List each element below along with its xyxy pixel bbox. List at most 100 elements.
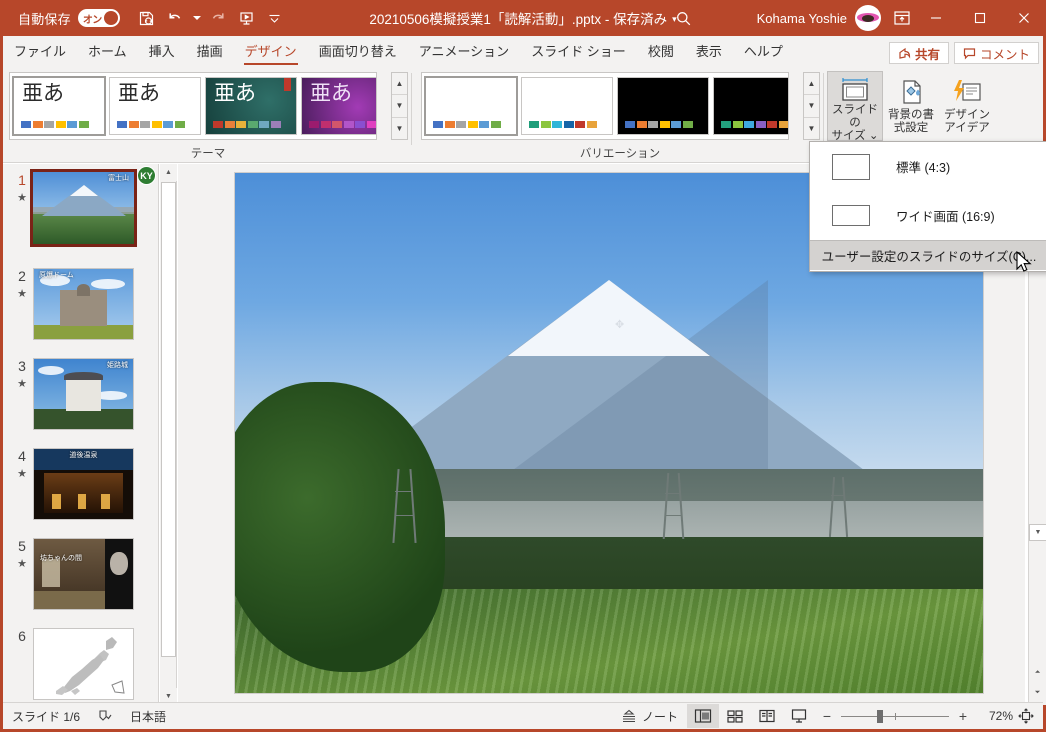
themes-scroll-up-icon[interactable]: ▲	[392, 73, 407, 95]
standard-ratio-thumb-icon	[832, 154, 870, 180]
tab-help[interactable]: ヘルプ	[733, 38, 794, 67]
theme-office[interactable]: 亜あ	[13, 77, 105, 135]
variant-swatches	[721, 121, 789, 128]
start-slideshow-icon[interactable]	[234, 5, 260, 31]
variants-more-icon[interactable]: ▼	[804, 118, 819, 139]
close-button[interactable]	[1002, 0, 1046, 36]
tab-view[interactable]: 表示	[685, 38, 733, 67]
notes-button[interactable]: ノート	[612, 703, 687, 730]
next-slide-icon[interactable]: ⏷	[1029, 684, 1046, 701]
presence-badge-ky[interactable]: KY	[137, 166, 156, 185]
redo-icon[interactable]	[206, 5, 232, 31]
thumbnail-image[interactable]	[33, 628, 134, 700]
variant-3[interactable]	[617, 77, 709, 135]
slide-thumbnail-pane[interactable]: 1 ★ 富士山 KY 2 ★	[3, 164, 159, 705]
variant-swatches	[625, 121, 693, 128]
view-slide-sorter[interactable]	[719, 704, 751, 728]
view-normal[interactable]	[687, 704, 719, 728]
themes-more-icon[interactable]: ▼	[392, 118, 407, 139]
reading-view-icon	[758, 708, 776, 724]
variants-scroll-up-icon[interactable]: ▲	[804, 73, 819, 95]
avatar[interactable]	[855, 5, 881, 31]
variant-1[interactable]	[425, 77, 517, 135]
zoom-slider-handle[interactable]	[877, 710, 883, 723]
slide-number-area: 6	[11, 628, 33, 646]
theme-purple[interactable]: 亜あ	[301, 77, 377, 135]
design-ideas-label-1: デザイン	[944, 109, 990, 122]
zoom-in-button[interactable]: +	[957, 708, 969, 724]
tab-home[interactable]: ホーム	[77, 38, 138, 67]
tab-file[interactable]: ファイル	[3, 38, 77, 67]
thumbnail-image[interactable]: 坊ちゃんの間	[33, 538, 134, 610]
thumb-scroll-thumb[interactable]	[161, 182, 176, 657]
language-label: 日本語	[130, 708, 166, 725]
customize-qat-icon[interactable]	[262, 5, 288, 31]
tab-animations[interactable]: アニメーション	[408, 38, 520, 67]
slide-number: 6	[18, 628, 26, 644]
language-indicator[interactable]: 日本語	[121, 703, 175, 730]
slide-size-button[interactable]: スライドの サイズ ⌄	[827, 71, 883, 141]
thumbnail-image[interactable]: 富士山	[30, 169, 137, 247]
search-icon[interactable]	[670, 6, 696, 30]
thumbnail-slide-3[interactable]: 3 ★ 姫路城	[3, 350, 158, 440]
thumbnail-slide-6[interactable]: 6	[3, 620, 158, 705]
maximize-button[interactable]	[958, 0, 1002, 36]
variants-scroll-down-icon[interactable]: ▼	[804, 95, 819, 117]
tab-draw[interactable]: 描画	[186, 38, 234, 67]
thumbnail-slide-4[interactable]: 4 ★ 道後温泉	[3, 440, 158, 530]
minimize-button[interactable]	[914, 0, 958, 36]
tab-design[interactable]: デザイン	[234, 38, 308, 67]
themes-scroll-down-icon[interactable]: ▼	[392, 95, 407, 117]
accessibility-check-icon[interactable]	[89, 703, 121, 730]
zoom-level-label[interactable]: 72%	[975, 709, 1013, 723]
theme-teal[interactable]: 亜あ	[205, 77, 297, 135]
comments-button[interactable]: コメント	[954, 42, 1039, 64]
theme-office-2[interactable]: 亜あ	[109, 77, 201, 135]
thumbnail-slide-2[interactable]: 2 ★ 原爆ドーム	[3, 260, 158, 350]
variants-gallery-scrollbar[interactable]: ▲ ▼ ▼	[803, 72, 820, 140]
menu-widescreen-16-9[interactable]: ワイド画面 (16:9)	[810, 191, 1046, 240]
undo-icon[interactable]	[162, 5, 188, 31]
thumbnail-image[interactable]: 姫路城	[33, 358, 134, 430]
variant-4[interactable]	[713, 77, 789, 135]
menu-custom-slide-size[interactable]: ユーザー設定のスライドのサイズ(C)...	[810, 240, 1046, 270]
view-slideshow[interactable]	[783, 704, 815, 728]
thumbnail-pane-scrollbar[interactable]: ▲ ▼	[160, 164, 177, 705]
autosave-toggle[interactable]: オン	[78, 9, 120, 27]
tab-insert[interactable]: 挿入	[138, 38, 186, 67]
document-title[interactable]: 20210506模擬授業1「読解活動」.pptx - 保存済み	[369, 12, 667, 27]
menu-standard-4-3[interactable]: 標準 (4:3)	[810, 142, 1046, 191]
thumbnail-image[interactable]: 道後温泉	[33, 448, 134, 520]
thumb-scroll-up-icon[interactable]: ▲	[160, 164, 177, 181]
themes-gallery[interactable]: 亜あ 亜あ 亜あ	[9, 72, 377, 140]
undo-dropdown-caret[interactable]	[190, 5, 204, 31]
tab-transitions[interactable]: 画面切り替え	[308, 38, 408, 67]
tab-strip-right-buttons: 共有 コメント	[889, 42, 1039, 64]
zoom-slider[interactable]: − +	[821, 708, 969, 724]
format-background-button[interactable]: 背景の書 式設定	[883, 71, 939, 141]
variants-gallery[interactable]	[421, 72, 789, 140]
previous-slide-icon[interactable]: ⏶	[1029, 664, 1046, 681]
zoom-out-button[interactable]: −	[821, 708, 833, 724]
tab-slideshow[interactable]: スライド ショー	[520, 38, 637, 67]
slide-animation-star: ★	[11, 376, 33, 393]
slide-counter[interactable]: スライド 1/6	[3, 703, 89, 730]
zoom-slider-track[interactable]	[841, 716, 949, 717]
thumbnail-image[interactable]: 原爆ドーム	[33, 268, 134, 340]
design-ideas-button[interactable]: デザイン アイデア	[939, 71, 995, 141]
account-area[interactable]: Kohama Yoshie	[757, 0, 881, 36]
thumbnail-slide-1[interactable]: 1 ★ 富士山 KY	[3, 164, 158, 260]
themes-gallery-scrollbar[interactable]: ▲ ▼ ▼	[391, 72, 408, 140]
thumbnail-slide-5[interactable]: 5 ★ 坊ちゃんの間	[3, 530, 158, 620]
fit-slide-to-window-icon[interactable]	[1013, 704, 1039, 728]
variant-2[interactable]	[521, 77, 613, 135]
canvas-scroll-down-icon[interactable]: ▼	[1029, 524, 1046, 541]
power-pylon	[395, 469, 413, 543]
share-button[interactable]: 共有	[889, 42, 949, 64]
text-cursor-marker: ✥	[615, 318, 624, 331]
menu-widescreen-label: ワイド画面 (16:9)	[896, 206, 995, 225]
save-icon[interactable]	[134, 5, 160, 31]
slide-size-dropdown-menu[interactable]: 標準 (4:3) ワイド画面 (16:9) ユーザー設定のスライドのサイズ(C)…	[809, 141, 1046, 272]
view-reading[interactable]	[751, 704, 783, 728]
tab-review[interactable]: 校閲	[637, 38, 685, 67]
